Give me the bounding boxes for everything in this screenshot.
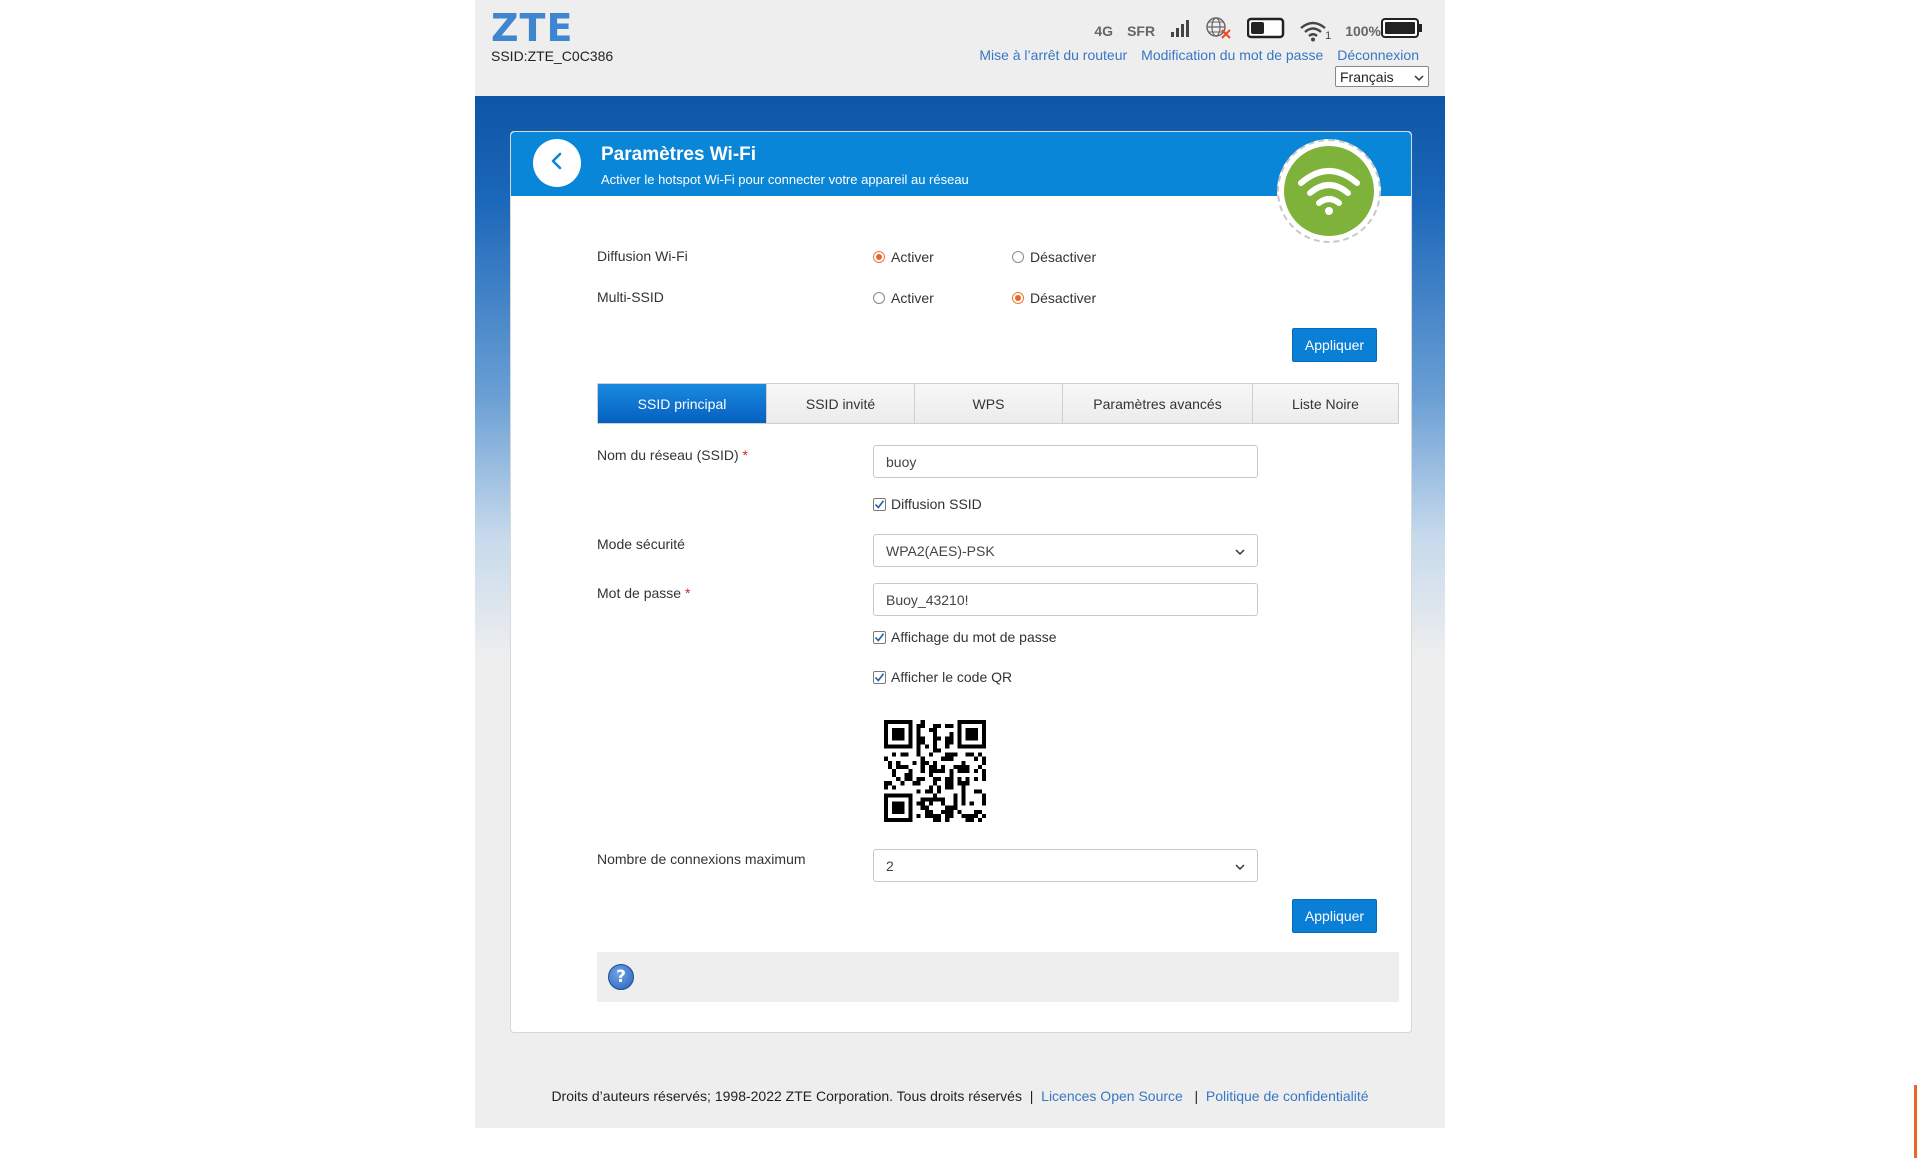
- show-qr-label: Afficher le code QR: [891, 669, 1013, 685]
- apply-ssid-button[interactable]: Appliquer: [1292, 899, 1377, 933]
- sim-card-icon: [1246, 17, 1285, 44]
- show-qr-option[interactable]: Afficher le code QR: [873, 669, 1012, 685]
- privacy-policy-link[interactable]: Politique de confidentialité: [1206, 1088, 1369, 1104]
- ssid-label: SSID:ZTE_C0C386: [491, 48, 614, 64]
- router-admin-page: ZTE SSID:ZTE_C0C386 4G SFR 1 100% Mise à…: [475, 0, 1445, 1128]
- show-password-checkbox[interactable]: [873, 630, 886, 644]
- card-header: Paramètres Wi-Fi Activer le hotspot Wi-F…: [511, 132, 1411, 196]
- battery-icon: [1381, 17, 1423, 44]
- ssid-name-label-text: Nom du réseau (SSID): [597, 447, 739, 463]
- wifi-broadcast-disable-label: Désactiver: [1030, 249, 1097, 265]
- copyright-text: Droits d’auteurs réservés; 1998-2022 ZTE…: [551, 1088, 1022, 1104]
- zte-logo: ZTE: [491, 6, 574, 50]
- wifi-icon: [1284, 146, 1374, 236]
- language-select[interactable]: Français: [1335, 66, 1429, 87]
- max-connections-value: 2: [886, 857, 894, 874]
- max-connections-label: Nombre de connexions maximum: [597, 851, 806, 867]
- ssid-tabs: SSID principal SSID invité WPS Paramètre…: [597, 383, 1399, 424]
- internet-disconnected-icon: [1205, 16, 1233, 45]
- security-mode-select[interactable]: WPA2(AES)-PSK: [873, 534, 1258, 567]
- multi-ssid-disable-option[interactable]: Désactiver: [1012, 290, 1096, 306]
- help-bar: ?: [597, 952, 1399, 1002]
- top-header: ZTE SSID:ZTE_C0C386 4G SFR 1 100% Mise à…: [475, 0, 1445, 96]
- multi-ssid-enable-option[interactable]: Activer: [873, 290, 934, 306]
- wifi-broadcast-enable-radio[interactable]: [873, 251, 885, 263]
- footer-separator: |: [1029, 1088, 1034, 1104]
- tab-advanced-settings[interactable]: Paramètres avancés: [1063, 384, 1253, 423]
- network-type: 4G: [1094, 22, 1114, 39]
- carrier-name: SFR: [1127, 22, 1156, 39]
- password-label: Mot de passe *: [597, 585, 690, 601]
- show-password-label: Affichage du mot de passe: [891, 629, 1057, 645]
- ssid-name-label: Nom du réseau (SSID) *: [597, 447, 748, 463]
- multi-ssid-enable-radio[interactable]: [873, 292, 885, 304]
- chevron-down-icon: [1235, 543, 1245, 559]
- wifi-broadcast-disable-radio[interactable]: [1012, 251, 1024, 263]
- signal-strength-icon: [1169, 17, 1191, 44]
- wifi-broadcast-enable-label: Activer: [891, 249, 934, 265]
- multi-ssid-disable-label: Désactiver: [1030, 290, 1097, 306]
- language-value: Français: [1340, 68, 1394, 85]
- page-subtitle: Activer le hotspot Wi-Fi pour connecter …: [601, 172, 969, 187]
- battery-level-text: 100%: [1345, 22, 1381, 39]
- wifi-badge: [1277, 139, 1381, 243]
- shutdown-router-link[interactable]: Mise à l’arrêt du routeur: [979, 47, 1127, 63]
- password-input[interactable]: Buoy_43210!: [873, 583, 1258, 616]
- security-mode-value: WPA2(AES)-PSK: [886, 542, 995, 559]
- help-icon[interactable]: ?: [608, 964, 634, 990]
- tab-wps[interactable]: WPS: [915, 384, 1063, 423]
- header-links: Mise à l’arrêt du routeur Modification d…: [979, 47, 1419, 63]
- wifi-broadcast-enable-option[interactable]: Activer: [873, 249, 934, 265]
- multi-ssid-enable-label: Activer: [891, 290, 934, 306]
- password-label-text: Mot de passe: [597, 585, 682, 601]
- wifi-qr-code: [884, 720, 986, 827]
- broadcast-ssid-option[interactable]: Diffusion SSID: [873, 496, 982, 512]
- apply-broadcast-button[interactable]: Appliquer: [1292, 328, 1377, 362]
- status-bar: 4G SFR 1 100%: [1094, 16, 1423, 45]
- wifi-client-count: 1: [1325, 29, 1332, 42]
- chevron-down-icon: [1235, 858, 1245, 874]
- wifi-broadcast-disable-option[interactable]: Désactiver: [1012, 249, 1096, 265]
- back-button[interactable]: [533, 139, 581, 187]
- footer: Droits d’auteurs réservés; 1998-2022 ZTE…: [475, 1088, 1445, 1104]
- tab-guest-ssid[interactable]: SSID invité: [767, 384, 915, 423]
- ssid-name-input[interactable]: buoy: [873, 445, 1258, 478]
- logout-link[interactable]: Déconnexion: [1337, 47, 1419, 63]
- wifi-settings-card: Paramètres Wi-Fi Activer le hotspot Wi-F…: [510, 131, 1412, 1033]
- broadcast-ssid-checkbox[interactable]: [873, 497, 886, 511]
- show-password-option[interactable]: Affichage du mot de passe: [873, 629, 1057, 645]
- security-mode-label: Mode sécurité: [597, 536, 685, 552]
- required-marker: *: [684, 585, 691, 601]
- multi-ssid-disable-radio[interactable]: [1012, 292, 1024, 304]
- max-connections-select[interactable]: 2: [873, 849, 1258, 882]
- scrollbar-thumb[interactable]: [1914, 1085, 1917, 1158]
- footer-separator: |: [1194, 1088, 1199, 1104]
- required-marker: *: [742, 447, 748, 463]
- change-password-link[interactable]: Modification du mot de passe: [1141, 47, 1323, 63]
- page-scrollbar[interactable]: [1912, 0, 1920, 1158]
- show-qr-checkbox[interactable]: [873, 670, 886, 684]
- multi-ssid-label: Multi-SSID: [597, 289, 664, 305]
- tab-main-ssid[interactable]: SSID principal: [598, 384, 767, 423]
- page-title: Paramètres Wi-Fi: [601, 144, 757, 165]
- broadcast-ssid-label: Diffusion SSID: [891, 496, 982, 512]
- tab-blacklist[interactable]: Liste Noire: [1253, 384, 1398, 423]
- wifi-status-icon: 1: [1299, 20, 1331, 42]
- chevron-left-icon: [550, 152, 564, 175]
- chevron-down-icon: [1414, 69, 1424, 85]
- open-source-licenses-link[interactable]: Licences Open Source: [1041, 1088, 1183, 1104]
- wifi-broadcast-label: Diffusion Wi-Fi: [597, 248, 688, 264]
